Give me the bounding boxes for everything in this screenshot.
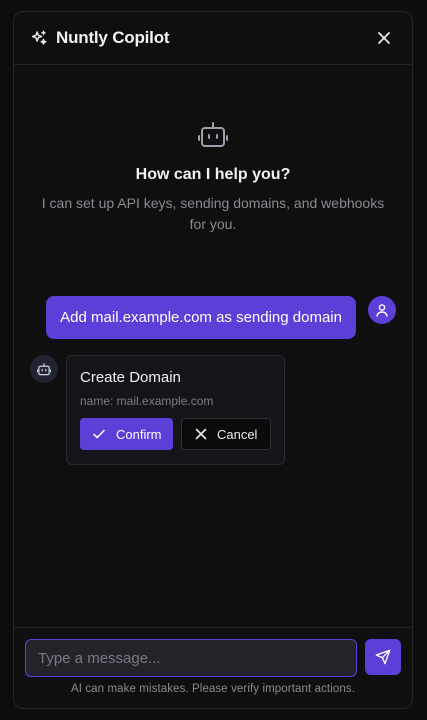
action-card: Create Domain name: mail.example.com Con… xyxy=(66,355,285,465)
disclaimer: AI can make mistakes. Please verify impo… xyxy=(70,683,356,695)
copilot-panel: Nuntly Copilot How can I help you? I can… xyxy=(13,11,413,709)
user-avatar xyxy=(368,296,396,324)
welcome-heading: How can I help you? xyxy=(135,166,291,183)
welcome-section: How can I help you? I can set up API key… xyxy=(14,122,412,235)
cancel-button[interactable]: Cancel xyxy=(180,418,271,450)
confirm-button[interactable]: Confirm xyxy=(80,418,173,450)
user-message: Add mail.example.com as sending domain xyxy=(46,296,396,339)
action-card-title: Create Domain xyxy=(80,369,181,386)
user-message-bubble: Add mail.example.com as sending domain xyxy=(46,296,356,339)
composer: AI can make mistakes. Please verify impo… xyxy=(14,627,412,708)
close-button[interactable] xyxy=(372,26,396,50)
action-card-detail: name: mail.example.com xyxy=(80,394,214,408)
panel-title: Nuntly Copilot xyxy=(56,28,170,47)
welcome-subtitle: I can set up API keys, sending domains, … xyxy=(41,195,385,232)
bot-icon xyxy=(37,362,51,375)
panel-header: Nuntly Copilot xyxy=(14,12,412,65)
confirm-label: Confirm xyxy=(116,426,162,442)
assistant-avatar xyxy=(30,355,58,383)
user-icon xyxy=(376,304,388,317)
check-icon xyxy=(92,427,106,441)
sparkles-icon xyxy=(30,29,48,47)
bot-icon xyxy=(14,122,412,148)
send-button[interactable] xyxy=(365,639,401,675)
send-icon xyxy=(375,649,391,665)
message-input[interactable] xyxy=(25,639,357,677)
action-card-buttons: Confirm Cancel xyxy=(80,418,271,450)
assistant-message: Create Domain name: mail.example.com Con… xyxy=(30,355,285,465)
x-icon xyxy=(195,428,207,440)
close-icon xyxy=(378,32,390,44)
cancel-label: Cancel xyxy=(216,426,258,442)
